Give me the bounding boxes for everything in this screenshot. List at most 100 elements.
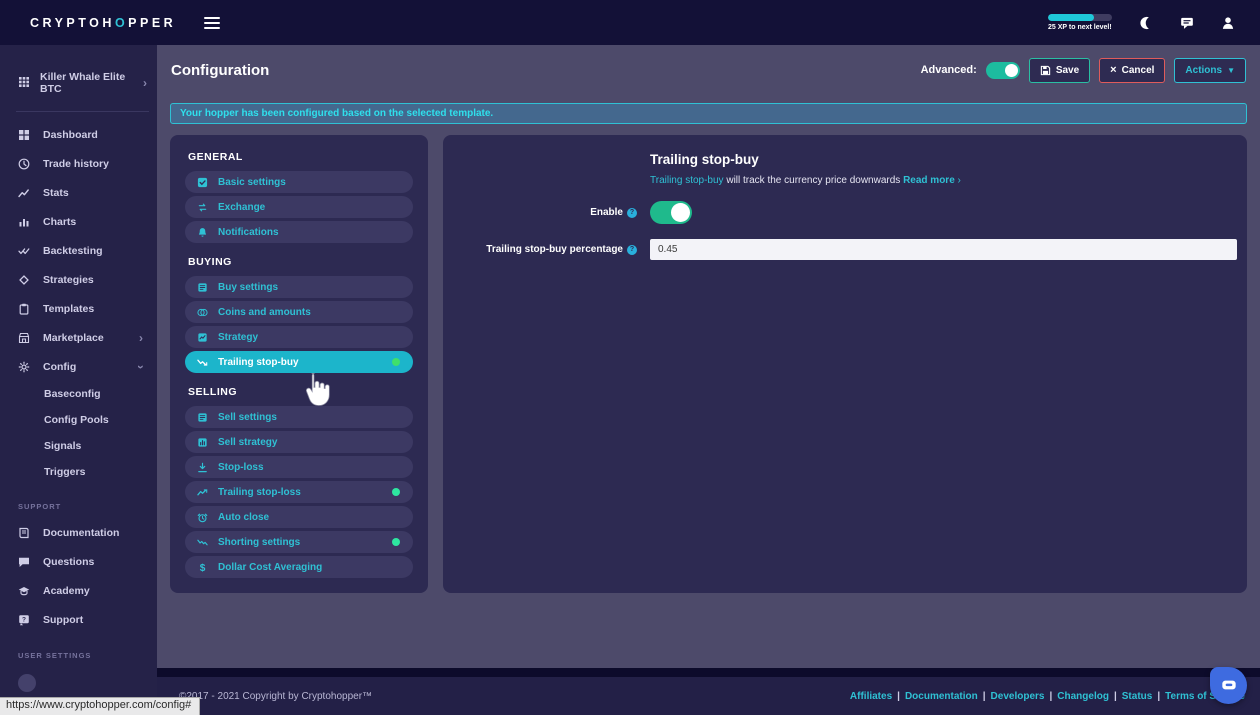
user-icon[interactable] (1221, 16, 1235, 30)
trend-up-icon (18, 187, 31, 199)
coins-icon (197, 307, 209, 318)
page-header: Configuration Advanced: Save × Cancel Ac… (157, 45, 1260, 95)
sidebar: Killer Whale Elite BTC › Dashboard Trade… (0, 45, 157, 715)
footer-link-documentation[interactable]: Documentation (905, 691, 978, 702)
sidebar-item-academy[interactable]: Academy (0, 576, 157, 605)
main-area: Configuration Advanced: Save × Cancel Ac… (157, 45, 1260, 715)
sidebar-item-questions[interactable]: Questions (0, 547, 157, 576)
trailing-stop-buy-panel: Trailing stop-buy Trailing stop-buy will… (443, 135, 1247, 593)
dark-mode-icon[interactable] (1139, 16, 1153, 30)
actions-dropdown-button[interactable]: Actions ▼ (1174, 58, 1246, 83)
xp-progress: 25 XP to next level! (1048, 14, 1112, 31)
read-more-arrow-icon: › (958, 175, 961, 186)
trail-down-icon (197, 357, 209, 368)
panel-title: Trailing stop-buy (650, 152, 1247, 167)
percentage-input[interactable] (650, 239, 1237, 260)
sidebar-subitem-signals[interactable]: Signals (0, 433, 157, 459)
help-icon: ? (18, 614, 31, 626)
config-nav-sell-strategy[interactable]: Sell strategy (185, 431, 413, 453)
sidebar-item-dashboard[interactable]: Dashboard (0, 120, 157, 149)
sidebar-item-backtesting[interactable]: Backtesting (0, 236, 157, 265)
config-nav-strategy[interactable]: Strategy (185, 326, 413, 348)
dollar-icon: $ (197, 562, 209, 573)
alarm-icon (197, 512, 209, 523)
sidebar-item-support[interactable]: ?Support (0, 605, 157, 634)
config-nav-dollar-cost-averaging[interactable]: $Dollar Cost Averaging (185, 556, 413, 578)
config-nav-shorting-settings[interactable]: Shorting settings (185, 531, 413, 553)
diamond-icon (18, 274, 31, 286)
chevron-down-icon: ▼ (1227, 66, 1235, 75)
percentage-row: Trailing stop-buy percentage? (443, 239, 1247, 260)
shop-icon (18, 332, 31, 344)
save-icon (1040, 65, 1051, 76)
sidebar-item-documentation[interactable]: Documentation (0, 518, 157, 547)
advanced-toggle[interactable] (986, 62, 1020, 79)
xp-progress-bar (1048, 14, 1112, 21)
chevron-right-icon: › (139, 332, 143, 344)
sidebar-item-strategies[interactable]: Strategies (0, 265, 157, 294)
sidebar-item-templates[interactable]: Templates (0, 294, 157, 323)
copyright-text: ©2017 - 2021 Copyright by Cryptohopper™ (179, 691, 372, 702)
chat-icon (18, 556, 31, 568)
info-icon[interactable]: ? (627, 245, 637, 255)
footer-link-changelog[interactable]: Changelog (1057, 691, 1109, 702)
sidebar-item-charts[interactable]: Charts (0, 207, 157, 236)
config-nav-buy-settings[interactable]: Buy settings (185, 276, 413, 298)
config-nav-panel: GENERAL Basic settings Exchange Notifica… (170, 135, 428, 593)
footer-link-affiliates[interactable]: Affiliates (850, 691, 892, 702)
topbar: CRYPTOHOPPER 25 XP to next level! (0, 0, 1260, 45)
read-more-link[interactable]: Read more (903, 175, 955, 186)
sidebar-divider (16, 111, 149, 112)
chat-widget-button[interactable] (1210, 667, 1247, 704)
enabled-dot (392, 538, 400, 546)
config-nav-trailing-stop-buy[interactable]: Trailing stop-buy (185, 351, 413, 373)
footer-strip (157, 668, 1260, 677)
sidebar-subitem-baseconfig[interactable]: Baseconfig (0, 381, 157, 407)
sidebar-item-trade-history[interactable]: Trade history (0, 149, 157, 178)
sidebar-subitem-triggers[interactable]: Triggers (0, 459, 157, 485)
xp-progress-fill (1048, 14, 1094, 21)
grad-cap-icon (18, 585, 31, 597)
messages-icon[interactable] (1180, 16, 1194, 30)
config-nav-coins-and-amounts[interactable]: Coins and amounts (185, 301, 413, 323)
support-section-header: SUPPORT (0, 485, 157, 518)
sidebar-subitem-config-pools[interactable]: Config Pools (0, 407, 157, 433)
enabled-dot (392, 358, 400, 366)
sidebar-item-stats[interactable]: Stats (0, 178, 157, 207)
panel-description: Trailing stop-buy will track the currenc… (650, 175, 1247, 186)
enable-row: Enable? (443, 201, 1247, 224)
config-nav-sell-settings[interactable]: Sell settings (185, 406, 413, 428)
config-nav-exchange[interactable]: Exchange (185, 196, 413, 218)
cancel-button[interactable]: × Cancel (1099, 58, 1165, 83)
chevron-down-icon: › (135, 365, 147, 369)
bars-square-icon (197, 437, 209, 448)
sidebar-nav: Dashboard Trade history Stats Charts Bac… (0, 120, 157, 485)
user-settings-section-header: USER SETTINGS (0, 634, 157, 667)
browser-status-url: https://www.cryptohopper.com/config# (0, 697, 200, 715)
config-nav-trailing-stop-loss[interactable]: Trailing stop-loss (185, 481, 413, 503)
sidebar-item-marketplace[interactable]: Marketplace › (0, 323, 157, 352)
config-nav-stop-loss[interactable]: Stop-loss (185, 456, 413, 478)
trail-short-icon (197, 537, 209, 548)
footer-link-status[interactable]: Status (1122, 691, 1153, 702)
info-icon[interactable]: ? (627, 208, 637, 218)
hopper-selector[interactable]: Killer Whale Elite BTC › (0, 45, 157, 111)
bell-icon (197, 227, 209, 238)
hopper-name: Killer Whale Elite BTC (40, 71, 133, 95)
cryptohopper-logo[interactable]: CRYPTOHOPPER (30, 16, 176, 30)
footer-link-developers[interactable]: Developers (991, 691, 1045, 702)
template-configured-banner: Your hopper has been configured based on… (170, 103, 1247, 124)
menu-toggle-icon[interactable] (204, 14, 220, 32)
clock-icon (18, 158, 31, 170)
xp-text: 25 XP to next level! (1048, 24, 1112, 31)
save-button[interactable]: Save (1029, 58, 1090, 83)
gear-icon (18, 361, 31, 373)
config-nav-basic-settings[interactable]: Basic settings (185, 171, 413, 193)
config-nav-auto-close[interactable]: Auto close (185, 506, 413, 528)
sidebar-item-config[interactable]: Config › (0, 352, 157, 381)
strategy-square-icon (197, 332, 209, 343)
config-nav-notifications[interactable]: Notifications (185, 221, 413, 243)
enable-toggle[interactable] (650, 201, 692, 224)
ledger-icon (197, 282, 209, 293)
trailing-stop-buy-link[interactable]: Trailing stop-buy (650, 175, 724, 186)
